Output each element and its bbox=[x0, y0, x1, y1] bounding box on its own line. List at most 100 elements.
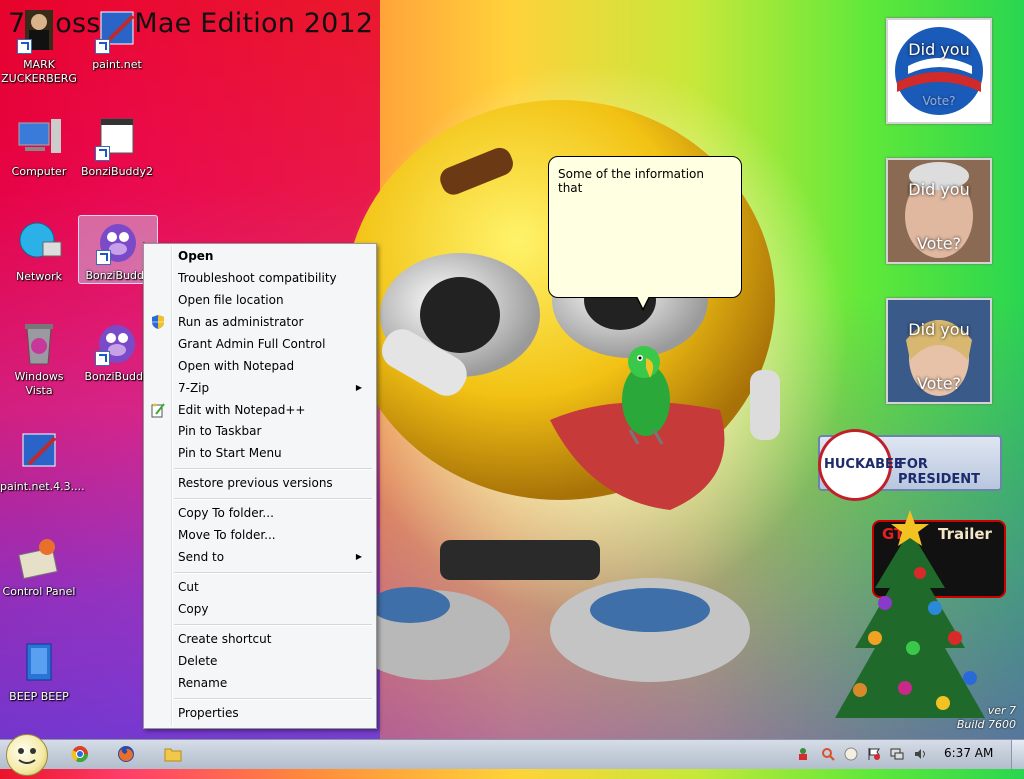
computer-icon bbox=[15, 115, 63, 161]
person-icon bbox=[15, 8, 63, 54]
vote-gadget-mccain[interactable]: Did you Vote? bbox=[886, 158, 992, 264]
menu-item-label: Open file location bbox=[178, 293, 284, 307]
menu-item-label: Run as administrator bbox=[178, 315, 304, 329]
shortcut-arrow-icon bbox=[96, 250, 111, 265]
show-desktop-button[interactable] bbox=[1011, 740, 1024, 769]
parrot-assistant-icon[interactable] bbox=[610, 340, 682, 445]
menu-item-properties[interactable]: Properties bbox=[146, 702, 372, 724]
menu-item-label: Grant Admin Full Control bbox=[178, 337, 326, 351]
menu-item-label: Move To folder... bbox=[178, 528, 276, 542]
menu-item-send-to[interactable]: Send to ▶ bbox=[146, 546, 372, 568]
desktop-icon-mark-zuckerberg[interactable]: MARK ZUCKERBERG bbox=[0, 8, 78, 86]
vote-question-line1: Did you bbox=[908, 180, 970, 199]
desktop-icon-label: BonziBuddy2 bbox=[80, 165, 154, 178]
desktop-icon-network[interactable]: Network bbox=[0, 220, 78, 284]
menu-item-pin-to-taskbar[interactable]: Pin to Taskbar bbox=[146, 420, 372, 442]
paint-net-icon bbox=[93, 8, 141, 54]
desktop-icon-label: Network bbox=[16, 270, 62, 283]
firefox-icon[interactable] bbox=[117, 745, 135, 763]
menu-item-copy[interactable]: Copy bbox=[146, 598, 372, 620]
desktop-icon-control-panel[interactable]: Control Panel bbox=[0, 535, 78, 599]
menu-item-open-with-notepad[interactable]: Open with Notepad bbox=[146, 355, 372, 377]
desktop-icon-label: Computer bbox=[11, 165, 67, 178]
search-tray-icon[interactable] bbox=[821, 747, 835, 761]
start-orb-icon bbox=[18, 748, 36, 764]
bonzi-buddy-icon bbox=[93, 320, 141, 366]
menu-item-open[interactable]: Open bbox=[146, 245, 372, 267]
desktop-icon-label: paint.net.4.3.... bbox=[0, 480, 85, 493]
submenu-arrow-icon: ▶ bbox=[355, 383, 362, 392]
build-watermark: ver 7 Build 7600 bbox=[957, 704, 1016, 732]
desktop-icon-windows-vista[interactable]: Windows Vista bbox=[0, 320, 78, 398]
vote-gadget-clinton[interactable]: Did you Vote? bbox=[886, 298, 992, 404]
menu-item-label: Delete bbox=[178, 654, 218, 668]
menu-item-restore-previous-versions[interactable]: Restore previous versions bbox=[146, 472, 372, 494]
vote-gadget-obama[interactable]: Did you Vote? bbox=[886, 18, 992, 124]
shortcut-arrow-icon bbox=[95, 146, 110, 161]
folder-icon[interactable] bbox=[164, 745, 182, 763]
menu-item-create-shortcut[interactable]: Create shortcut bbox=[146, 628, 372, 650]
menu-item-label: Open bbox=[178, 249, 214, 263]
desktop-icon-bonzibuddy2[interactable]: BonziBuddy2 bbox=[78, 115, 156, 179]
menu-item-move-to-folder[interactable]: Move To folder... bbox=[146, 524, 372, 546]
huckabee-label: HUCKABEE bbox=[824, 457, 903, 472]
recycle-bin-icon bbox=[15, 320, 63, 366]
desktop-icon-paint-net[interactable]: paint.net bbox=[78, 8, 156, 72]
vote-question-line2: Vote? bbox=[922, 94, 956, 108]
network-icon bbox=[15, 220, 63, 266]
action-center-flag-icon[interactable] bbox=[867, 747, 881, 761]
menu-item-label: Copy bbox=[178, 602, 209, 616]
huckabee-gadget[interactable]: HUCKABEE FOR PRESIDENT bbox=[818, 429, 1002, 501]
shortcut-arrow-icon bbox=[95, 39, 110, 54]
context-menu: Open Troubleshoot compatibility Open fil… bbox=[143, 243, 377, 729]
desktop-icon-beep-beep[interactable]: BEEP BEEP bbox=[0, 640, 78, 704]
people-tray-icon[interactable] bbox=[796, 747, 810, 761]
speech-bubble-text: Some of the information that bbox=[558, 167, 704, 195]
menu-item-edit-with-notepad-plus-plus[interactable]: Edit with Notepad++ bbox=[146, 399, 372, 421]
menu-item-copy-to-folder[interactable]: Copy To folder... bbox=[146, 502, 372, 524]
vote-question-line2: Vote? bbox=[916, 374, 962, 393]
menu-item-label: Troubleshoot compatibility bbox=[178, 271, 337, 285]
menu-separator bbox=[174, 698, 372, 700]
menu-separator bbox=[174, 572, 372, 574]
menu-item-grant-admin-full-control[interactable]: Grant Admin Full Control bbox=[146, 333, 372, 355]
desktop-icon-label: Windows Vista bbox=[14, 370, 64, 397]
taskbar-clock[interactable]: 6:37 AM bbox=[944, 746, 993, 760]
paint-net-icon bbox=[15, 430, 63, 476]
desktop-icon-label: paint.net bbox=[92, 58, 142, 71]
watermark-line2: Build 7600 bbox=[956, 718, 1016, 731]
watermark-line1: ver 7 bbox=[987, 704, 1016, 717]
menu-item-pin-to-start-menu[interactable]: Pin to Start Menu bbox=[146, 442, 372, 464]
desktop-icon-computer[interactable]: Computer bbox=[0, 115, 78, 179]
menu-separator bbox=[174, 468, 372, 470]
menu-item-label: Send to bbox=[178, 550, 225, 564]
volume-icon[interactable] bbox=[913, 747, 927, 761]
menu-item-cut[interactable]: Cut bbox=[146, 576, 372, 598]
vote-question-line1: Did you bbox=[908, 40, 970, 59]
network-tray-icon[interactable] bbox=[890, 747, 904, 761]
desktop-icon-label: BEEP BEEP bbox=[9, 690, 69, 703]
menu-item-label: Pin to Start Menu bbox=[178, 446, 282, 460]
menu-item-troubleshoot-compatibility[interactable]: Troubleshoot compatibility bbox=[146, 267, 372, 289]
menu-item-run-as-administrator[interactable]: Run as administrator bbox=[146, 311, 372, 333]
start-button[interactable] bbox=[6, 734, 48, 776]
menu-item-label: 7-Zip bbox=[178, 381, 210, 395]
vote-question-line1: Did you bbox=[908, 320, 970, 339]
menu-separator bbox=[174, 624, 372, 626]
menu-item-label: Pin to Taskbar bbox=[178, 424, 262, 438]
smiley-tray-icon[interactable] bbox=[844, 747, 858, 761]
menu-item-open-file-location[interactable]: Open file location bbox=[146, 289, 372, 311]
menu-item-delete[interactable]: Delete bbox=[146, 650, 372, 672]
menu-item-label: Create shortcut bbox=[178, 632, 272, 646]
taskbar: 6:37 AM bbox=[0, 734, 1024, 776]
desktop-icon-paint-net-installer[interactable]: paint.net.4.3.... bbox=[0, 430, 85, 494]
vote-question-line2: Vote? bbox=[916, 234, 962, 253]
menu-separator bbox=[174, 498, 372, 500]
menu-item-label: Rename bbox=[178, 676, 228, 690]
shortcut-arrow-icon bbox=[95, 351, 110, 366]
chrome-icon[interactable] bbox=[71, 745, 89, 763]
menu-item-7-zip[interactable]: 7-Zip ▶ bbox=[146, 377, 372, 399]
submenu-arrow-icon: ▶ bbox=[355, 552, 362, 561]
shortcut-arrow-icon bbox=[17, 39, 32, 54]
menu-item-rename[interactable]: Rename bbox=[146, 672, 372, 694]
